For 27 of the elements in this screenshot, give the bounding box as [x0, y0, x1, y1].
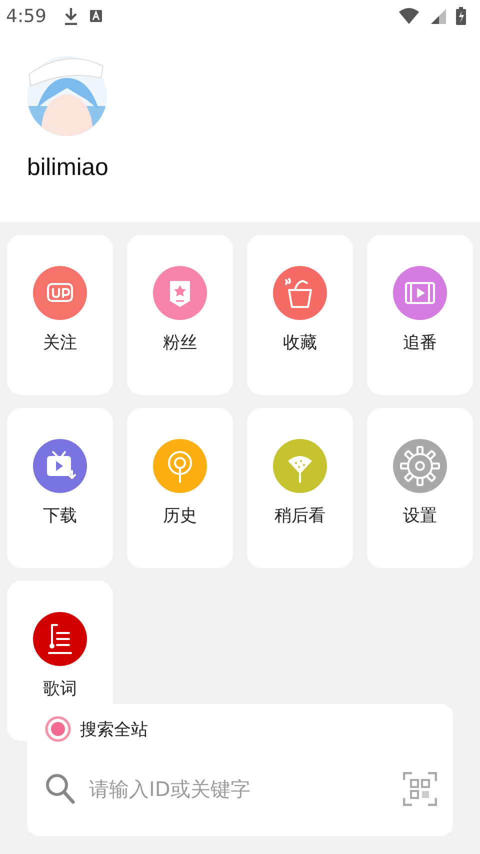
- search-field[interactable]: 请输入ID或关键字: [89, 774, 403, 804]
- download-icon: [64, 7, 78, 25]
- menu-tile[interactable]: 下载: [7, 408, 113, 568]
- tv-download-icon: [33, 439, 87, 493]
- bucket-icon: [273, 266, 327, 320]
- menu-tile[interactable]: 稍后看: [247, 408, 353, 568]
- podcast-icon: [153, 439, 207, 493]
- keyboard-letter-icon: [90, 10, 102, 22]
- username: bilimiao: [27, 154, 108, 182]
- battery-charging-icon: [456, 7, 466, 25]
- search-icon: [45, 773, 75, 805]
- popsicle-icon: [273, 439, 327, 493]
- lyrics-list-icon: [33, 612, 87, 666]
- menu-tile[interactable]: 收藏: [247, 235, 353, 395]
- settings-icon: [393, 439, 447, 493]
- menu-tile[interactable]: 设置: [367, 408, 473, 568]
- clock-time: 4:59: [6, 6, 46, 26]
- qr-scan-icon[interactable]: [403, 772, 437, 806]
- film-play-icon: [393, 266, 447, 320]
- menu-tile[interactable]: 关注: [7, 235, 113, 395]
- menu-tile[interactable]: 历史: [127, 408, 233, 568]
- menu-tile[interactable]: 粉丝: [127, 235, 233, 395]
- wifi-icon: [399, 8, 419, 24]
- menu-tile[interactable]: 追番: [367, 235, 473, 395]
- radio-icon: [45, 716, 71, 742]
- signal-icon: [431, 8, 446, 24]
- up-badge-icon: [33, 266, 87, 320]
